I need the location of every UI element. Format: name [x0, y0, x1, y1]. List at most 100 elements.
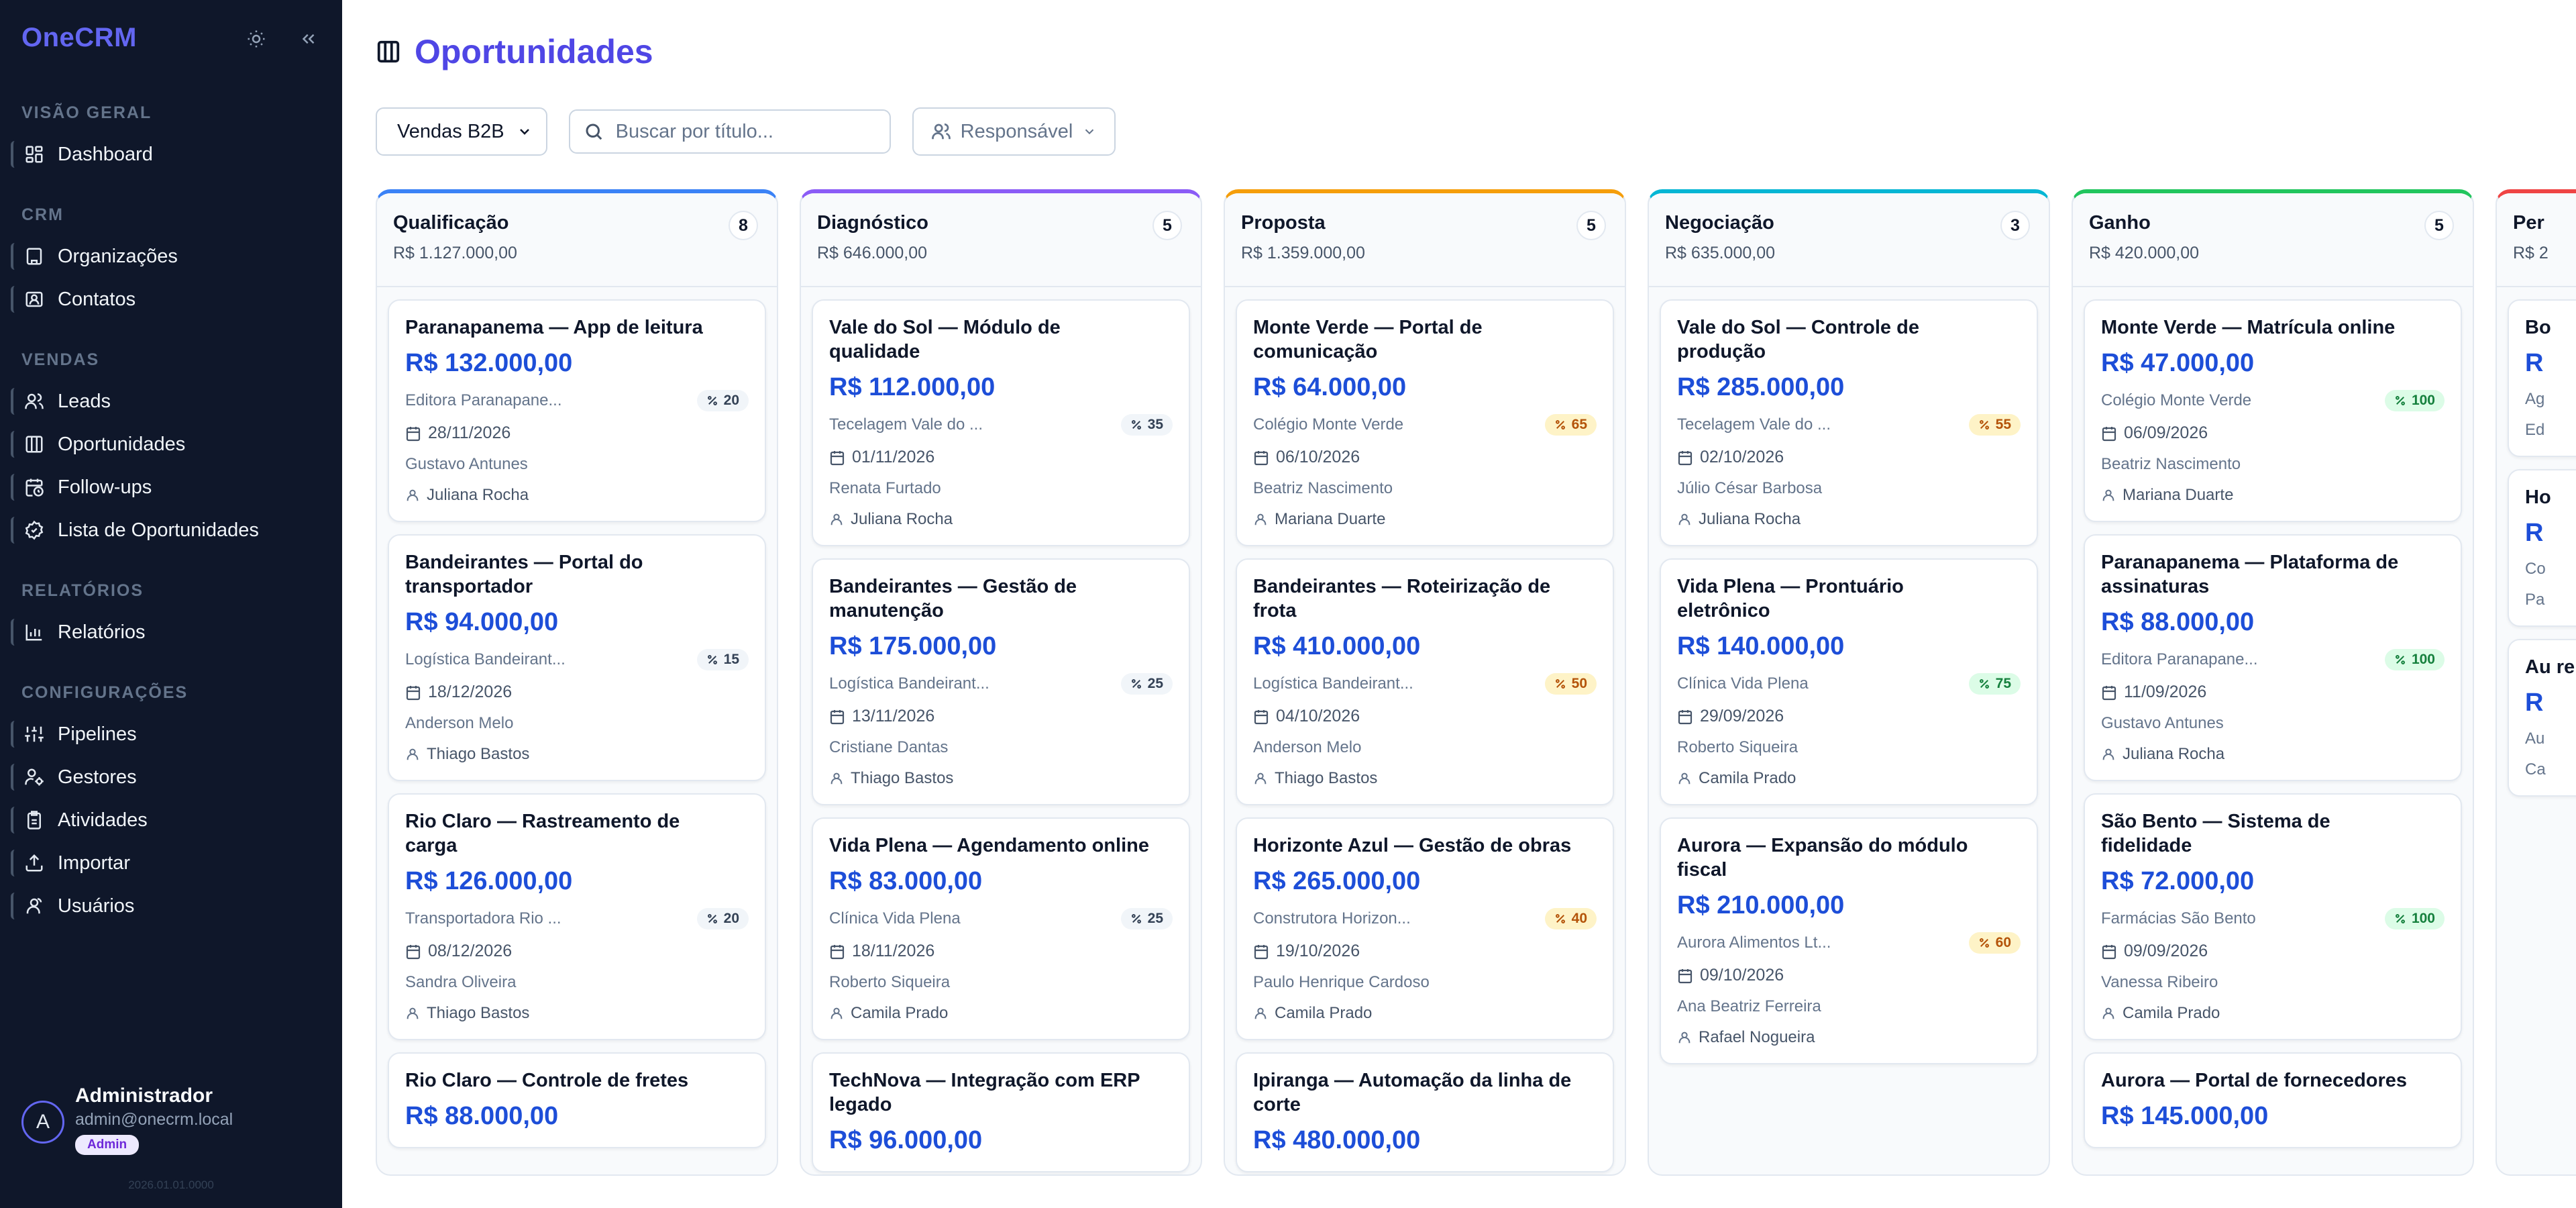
owner-filter-button[interactable]: Responsável	[912, 107, 1116, 156]
card-contact: Ed	[2525, 421, 2545, 439]
card-owner-name: Thiago Bastos	[851, 769, 954, 787]
sidebar-item-follow-ups[interactable]: Follow-ups	[0, 466, 342, 509]
card-organization: Au	[2525, 729, 2545, 748]
sidebar-item-organizacoes[interactable]: Organizações	[0, 235, 342, 278]
card-organization: Ag	[2525, 390, 2545, 408]
opportunity-card[interactable]: Bandeirantes — Gestão de manutenção R$ 17…	[812, 558, 1190, 805]
sidebar-item-usuarios[interactable]: Usuários	[0, 885, 342, 927]
percent-icon	[707, 914, 717, 923]
probability-value: 25	[1147, 911, 1163, 926]
card-value: R$ 480.000,00	[1253, 1126, 1421, 1154]
card-owner-name: Juliana Rocha	[1699, 510, 1801, 528]
calendar-icon	[1254, 450, 1269, 465]
opportunity-card[interactable]: Ipiranga — Automação da linha de corte R$…	[1236, 1052, 1614, 1172]
card-value: R$ 72.000,00	[2101, 867, 2255, 895]
percent-icon	[2395, 914, 2405, 923]
column-title: Qualificação	[393, 212, 509, 234]
opportunity-card[interactable]: Aurora — Portal de fornecedores R$ 145.00…	[2084, 1052, 2462, 1148]
card-owner: Thiago Bastos	[1253, 769, 1597, 788]
pipeline-column: Qualificação R$ 1.127.000,00 8 Paranapanema…	[376, 189, 778, 1176]
calendar-icon	[406, 426, 421, 441]
card-organization: Editora Paranapane...	[2101, 650, 2258, 668]
opportunity-card[interactable]: Horizonte Azul — Gestão de obras R$ 265.0…	[1236, 817, 1614, 1040]
column-header: Qualificação R$ 1.127.000,00 8	[377, 193, 777, 287]
opportunity-card[interactable]: Ho R Co Pa	[2508, 469, 2576, 627]
column-total: R$ 635.000,00	[1665, 244, 1776, 262]
opportunity-card[interactable]: Rio Claro — Controle de fretes R$ 88.000,…	[388, 1052, 766, 1148]
card-date-value: 08/12/2026	[428, 942, 513, 960]
sidebar-item-contatos[interactable]: Contatos	[0, 278, 342, 321]
badge-check-icon	[25, 520, 44, 540]
card-value: R$ 145.000,00	[2101, 1102, 2269, 1130]
card-close-date: 11/09/2026	[2101, 683, 2445, 702]
card-owner-name: Thiago Bastos	[427, 1004, 530, 1022]
card-owner-name: Camila Prado	[1275, 1004, 1373, 1022]
search-input[interactable]	[615, 120, 884, 143]
user-profile[interactable]: A Administrador admin@onecrm.local Admin	[21, 1085, 233, 1155]
opportunity-card[interactable]: Au re R Au Ca	[2508, 639, 2576, 797]
probability-badge: 40	[1544, 908, 1597, 929]
opportunity-card[interactable]: Paranapanema — Plataforma de assinaturas…	[2084, 534, 2462, 781]
card-value: R$ 112.000,00	[829, 373, 996, 401]
opportunity-card[interactable]: São Bento — Sistema de fidelidade R$ 72.0…	[2084, 793, 2462, 1040]
card-date-value: 06/10/2026	[1276, 448, 1360, 466]
search-box[interactable]	[568, 109, 891, 154]
card-title: Monte Verde — Matrícula online	[2101, 317, 2396, 338]
opportunity-card[interactable]: Bandeirantes — Portal do transportador R$…	[388, 534, 766, 781]
dashboard-icon	[25, 146, 43, 163]
card-close-date: 06/10/2026	[1253, 448, 1597, 467]
opportunity-card[interactable]: Vale do Sol — Controle de produção R$ 285…	[1660, 299, 2038, 546]
person-icon	[830, 513, 843, 525]
opportunity-card[interactable]: Bo R Ag Ed	[2508, 299, 2576, 457]
sidebar-item-pipelines[interactable]: Pipelines	[0, 713, 342, 756]
card-date-value: 06/09/2026	[2124, 423, 2208, 442]
clipboard-icon	[28, 811, 41, 829]
card-date-value: 19/10/2026	[1276, 942, 1360, 960]
opportunity-card[interactable]: Paranapanema — App de leitura R$ 132.000,…	[388, 299, 766, 522]
filter-toolbar: Vendas B2B Responsável	[376, 107, 1116, 156]
person-icon	[407, 748, 419, 760]
sidebar-item-importar[interactable]: Importar	[0, 842, 342, 885]
column-title: Per	[2513, 212, 2544, 234]
nav-group-title: Visão geral	[21, 103, 152, 122]
card-owner: Juliana Rocha	[829, 510, 1173, 529]
brand-logo[interactable]: OneCRM	[21, 23, 137, 53]
card-title: Bo	[2525, 317, 2551, 338]
opportunity-card[interactable]: Vida Plena — Prontuário eletrônico R$ 140…	[1660, 558, 2038, 805]
calendar-icon	[406, 944, 421, 959]
sidebar-item-relatorios[interactable]: Relatórios	[0, 611, 342, 654]
column-total: R$ 2	[2513, 244, 2548, 262]
sidebar-item-gestores[interactable]: Gestores	[0, 756, 342, 799]
theme-toggle-icon[interactable]	[243, 26, 270, 52]
card-owner: Mariana Duarte	[2101, 486, 2445, 505]
sidebar-item-dashboard[interactable]: Dashboard	[0, 133, 342, 176]
nav-group-title: Vendas	[21, 350, 100, 369]
card-owner-name: Mariana Duarte	[2123, 486, 2234, 504]
sidebar-item-label: Contatos	[58, 288, 136, 310]
column-total: R$ 646.000,00	[817, 244, 928, 262]
opportunity-card[interactable]: TechNova — Integração com ERP legado R$ 9…	[812, 1052, 1190, 1172]
card-owner-name: Mariana Duarte	[1275, 510, 1386, 528]
card-contact: Anderson Melo	[405, 714, 514, 732]
opportunity-card[interactable]: Monte Verde — Matrícula online R$ 47.000,…	[2084, 299, 2462, 522]
card-date-value: 04/10/2026	[1276, 707, 1360, 725]
opportunity-card[interactable]: Vida Plena — Agendamento online R$ 83.000…	[812, 817, 1190, 1040]
sidebar-item-lista-de-oportunidades[interactable]: Lista de Oportunidades	[0, 509, 342, 552]
collapse-sidebar-icon[interactable]	[295, 26, 322, 52]
opportunity-card[interactable]: Aurora — Expansão do módulo fiscal R$ 210…	[1660, 817, 2038, 1064]
card-close-date: 09/10/2026	[1677, 966, 2021, 985]
sidebar-item-oportunidades[interactable]: Oportunidades	[0, 423, 342, 466]
opportunity-card[interactable]: Bandeirantes — Roteirização de frota R$ 4…	[1236, 558, 1614, 805]
card-owner-name: Camila Prado	[1699, 769, 1796, 787]
opportunity-card[interactable]: Vale do Sol — Módulo de qualidade R$ 112.…	[812, 299, 1190, 546]
opportunity-card[interactable]: Rio Claro — Rastreamento de carga R$ 126.…	[388, 793, 766, 1040]
opportunity-card[interactable]: Monte Verde — Portal de comunicação R$ 64…	[1236, 299, 1614, 546]
card-organization: Construtora Horizon...	[1253, 909, 1411, 927]
nav-group: Visão geral Dashboard	[0, 101, 342, 176]
pipeline-select[interactable]: Vendas B2B	[376, 107, 547, 156]
sidebar-item-leads[interactable]: Leads	[0, 380, 342, 423]
probability-value: 50	[1571, 676, 1587, 691]
sidebar-item-atividades[interactable]: Atividades	[0, 799, 342, 842]
card-owner-name: Camila Prado	[851, 1004, 949, 1022]
card-contact: Beatriz Nascimento	[1253, 479, 1393, 497]
